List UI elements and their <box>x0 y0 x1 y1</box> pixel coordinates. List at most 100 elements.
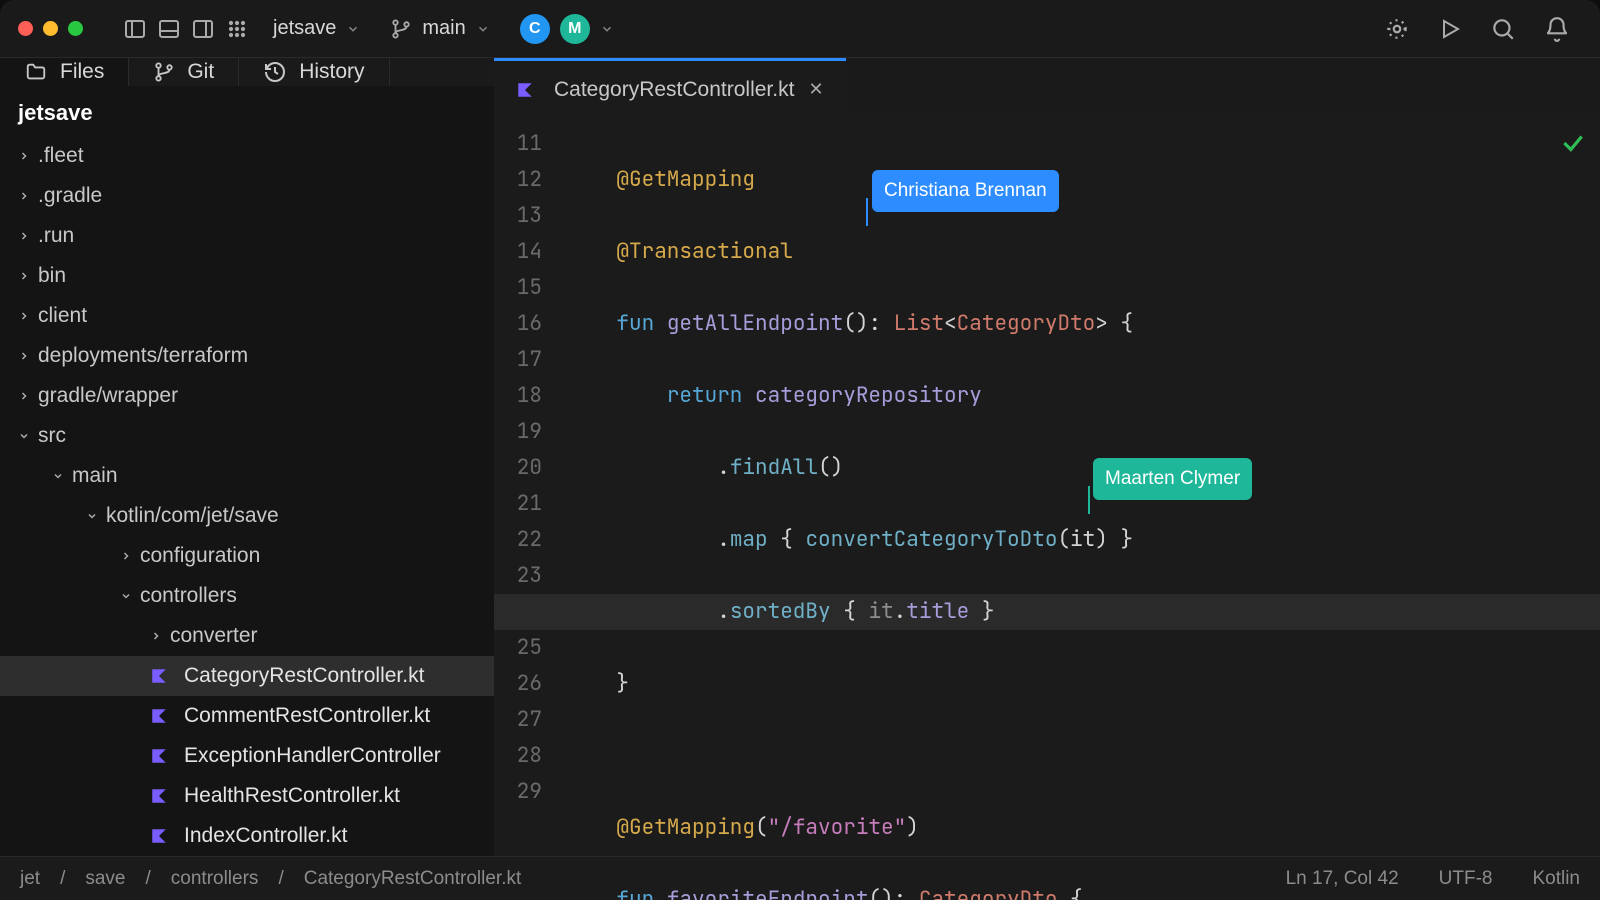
chevron-icon <box>18 144 28 168</box>
tree-label: .fleet <box>38 144 84 168</box>
chevron-down-icon <box>600 22 614 36</box>
tree-label: ExceptionHandlerController <box>184 744 441 768</box>
tree-label: main <box>72 464 118 488</box>
tree-folder[interactable]: client <box>0 296 494 336</box>
line-number: 27 <box>494 702 542 738</box>
line-number: 15 <box>494 270 542 306</box>
line-number: 22 <box>494 522 542 558</box>
notifications-icon[interactable] <box>1544 16 1570 42</box>
sidebar-tab-label: Git <box>187 60 214 84</box>
code-area[interactable]: 11121314151617181920212223242526272829 @… <box>494 118 1600 856</box>
presence-label: Maarten Clymer <box>1093 458 1252 500</box>
project-root-label[interactable]: jetsave <box>0 86 494 132</box>
line-number: 21 <box>494 486 542 522</box>
tree-folder[interactable]: gradle/wrapper <box>0 376 494 416</box>
tree-folder[interactable]: .fleet <box>0 136 494 176</box>
git-branch-icon <box>390 18 412 40</box>
tree-file[interactable]: ExceptionHandlerController <box>0 736 494 776</box>
run-icon[interactable] <box>1438 17 1462 41</box>
breadcrumb-segment[interactable]: jet <box>20 868 40 890</box>
project-switcher[interactable]: jetsave <box>267 13 366 44</box>
history-icon <box>263 60 287 84</box>
branch-switcher[interactable]: main <box>384 13 495 44</box>
sidebar-tab-history[interactable]: History <box>239 58 389 86</box>
grid-menu-icon[interactable] <box>225 17 249 41</box>
line-number: 20 <box>494 450 542 486</box>
editor-tab-close-icon[interactable]: ✕ <box>808 79 823 100</box>
chevron-icon <box>18 264 28 288</box>
line-number: 23 <box>494 558 542 594</box>
collaborators-switcher[interactable]: C M <box>514 10 620 48</box>
git-branch-icon <box>153 61 175 83</box>
tree-label: IndexController.kt <box>184 824 347 848</box>
project-name-label: jetsave <box>273 17 336 40</box>
line-number: 28 <box>494 738 542 774</box>
chevron-icon <box>86 504 96 528</box>
tree-folder[interactable]: .gradle <box>0 176 494 216</box>
window-minimize-button[interactable] <box>43 21 58 36</box>
tree-file[interactable]: HealthRestController.kt <box>0 776 494 816</box>
chevron-down-icon <box>476 22 490 36</box>
panel-left-icon[interactable] <box>123 17 147 41</box>
line-number: 26 <box>494 666 542 702</box>
branch-name-label: main <box>422 17 465 40</box>
tree-label: kotlin/com/jet/save <box>106 504 279 528</box>
kotlin-file-icon <box>150 747 168 765</box>
editor-tab[interactable]: CategoryRestController.kt ✕ <box>494 58 846 118</box>
sidebar-tab-label: History <box>299 60 364 84</box>
sidebar-tab-files[interactable]: Files <box>0 58 129 86</box>
line-number: 11 <box>494 126 542 162</box>
tree-folder[interactable]: controllers <box>0 576 494 616</box>
sidebar-tab-git[interactable]: Git <box>129 58 239 86</box>
tree-file[interactable]: CategoryRestController.kt <box>0 656 494 696</box>
tree-label: HealthRestController.kt <box>184 784 400 808</box>
line-number-gutter: 11121314151617181920212223242526272829 <box>494 118 554 810</box>
chevron-down-icon <box>346 22 360 36</box>
window-close-button[interactable] <box>18 21 33 36</box>
chevron-icon <box>150 624 160 648</box>
tree-label: .run <box>38 224 74 248</box>
presence-label: Christiana Brennan <box>872 170 1059 212</box>
tree-folder[interactable]: deployments/terraform <box>0 336 494 376</box>
tree-label: deployments/terraform <box>38 344 248 368</box>
collaborator-avatar: C <box>520 14 550 44</box>
code-with-me-icon[interactable] <box>1384 16 1410 42</box>
search-icon[interactable] <box>1490 16 1516 42</box>
tree-label: CommentRestController.kt <box>184 704 430 728</box>
tree-file[interactable]: IndexController.kt <box>0 816 494 856</box>
tree-folder[interactable]: converter <box>0 616 494 656</box>
editor-tabs: CategoryRestController.kt ✕ <box>494 58 1600 118</box>
presence-cursor <box>866 198 868 226</box>
kotlin-file-icon <box>516 81 534 99</box>
tree-label: configuration <box>140 544 260 568</box>
tree-folder[interactable]: kotlin/com/jet/save <box>0 496 494 536</box>
tree-file[interactable]: CommentRestController.kt <box>0 696 494 736</box>
breadcrumb-segment[interactable]: save <box>85 868 125 890</box>
chevron-icon <box>120 544 130 568</box>
panel-bottom-icon[interactable] <box>157 17 181 41</box>
tree-label: controllers <box>140 584 237 608</box>
window-maximize-button[interactable] <box>68 21 83 36</box>
tree-label: gradle/wrapper <box>38 384 178 408</box>
titlebar-actions <box>1384 16 1582 42</box>
tree-label: .gradle <box>38 184 102 208</box>
tree-folder[interactable]: configuration <box>0 536 494 576</box>
breadcrumb-segment[interactable]: CategoryRestController.kt <box>304 868 522 890</box>
kotlin-file-icon <box>150 787 168 805</box>
code-text[interactable]: @GetMapping @Transactional fun getAllEnd… <box>566 126 1600 900</box>
line-number: 12 <box>494 162 542 198</box>
file-tree: .fleet .gradle .run binclient deployments/te… <box>0 132 494 856</box>
line-number: 16 <box>494 306 542 342</box>
chevron-icon <box>18 304 28 328</box>
panel-right-icon[interactable] <box>191 17 215 41</box>
tree-folder[interactable]: src <box>0 416 494 456</box>
titlebar: jetsave main C M <box>0 0 1600 58</box>
tree-folder[interactable]: .run <box>0 216 494 256</box>
chevron-icon <box>120 584 130 608</box>
tree-folder[interactable]: bin <box>0 256 494 296</box>
line-number: 29 <box>494 774 542 810</box>
line-number: 25 <box>494 630 542 666</box>
breadcrumb-segment[interactable]: controllers <box>171 868 259 890</box>
tree-folder[interactable]: main <box>0 456 494 496</box>
editor-tab-label: CategoryRestController.kt <box>554 78 794 102</box>
